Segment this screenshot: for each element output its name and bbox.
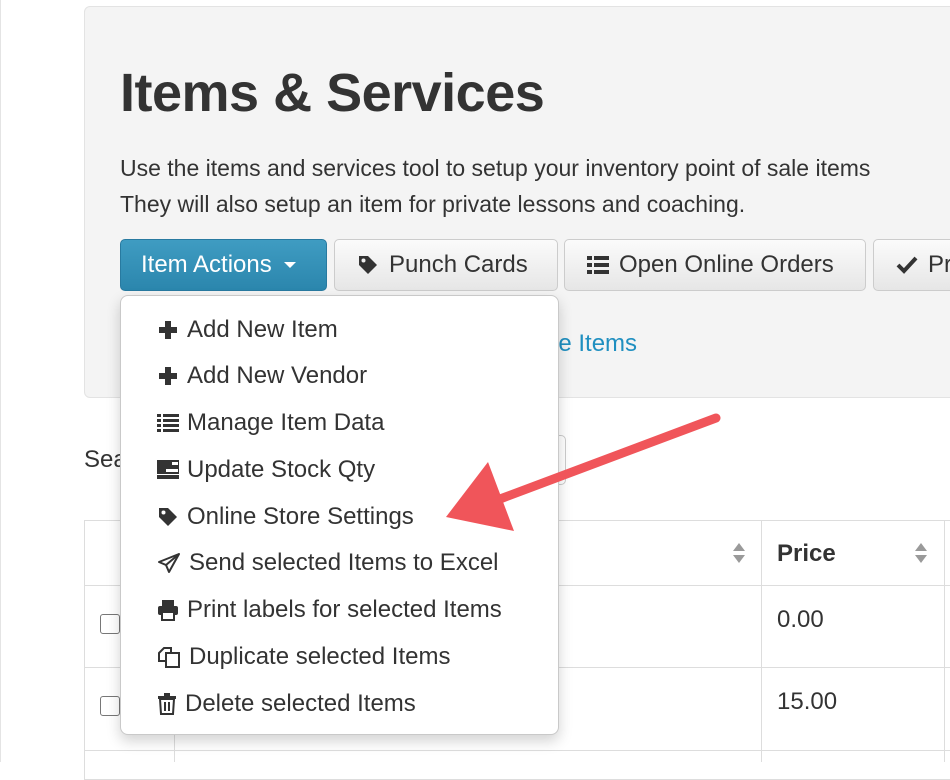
annotation-arrow bbox=[446, 413, 721, 531]
